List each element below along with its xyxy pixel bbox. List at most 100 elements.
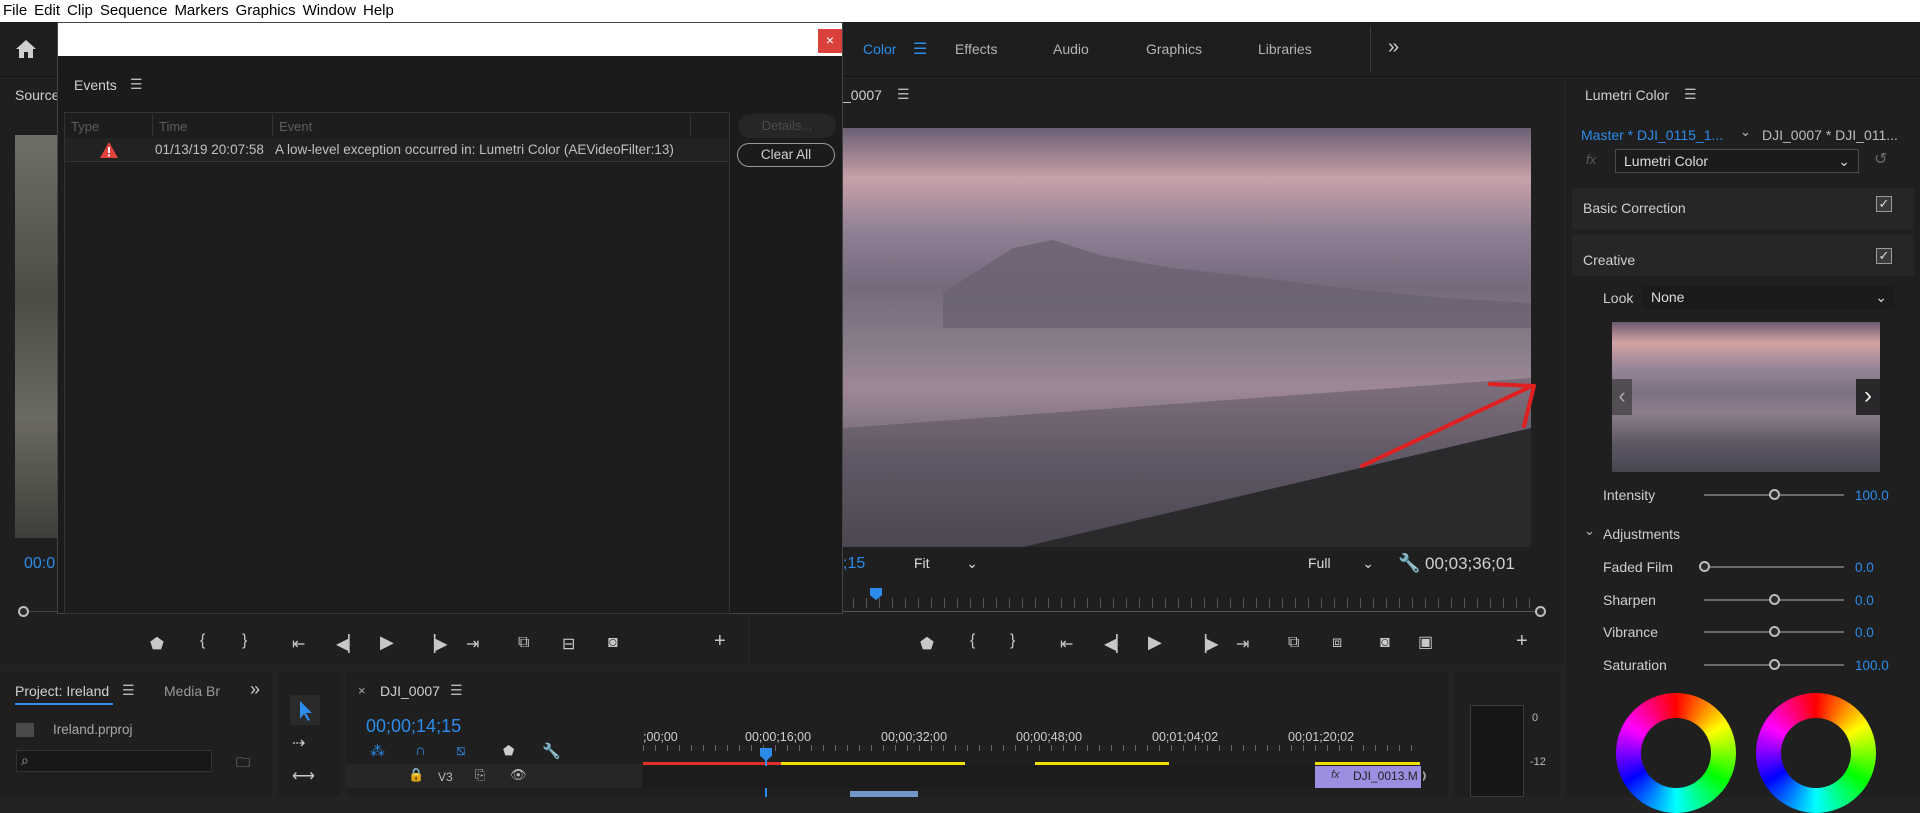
render-bar-yellow xyxy=(1315,762,1420,765)
look-next-button[interactable]: › xyxy=(1856,379,1880,415)
faded-film-slider[interactable] xyxy=(1704,566,1844,568)
project-tab-underline xyxy=(15,703,113,705)
lumetri-sequence-clip[interactable]: DJI_0007 * DJI_011... xyxy=(1762,127,1898,143)
project-menu-icon[interactable]: ☰ xyxy=(122,682,135,699)
color-wheel-left[interactable] xyxy=(1616,693,1736,813)
sharpen-slider-handle[interactable] xyxy=(1768,594,1780,605)
timeline-clip-lower[interactable] xyxy=(850,791,918,797)
project-search-input[interactable]: ⌕ xyxy=(16,750,212,772)
chevron-down-icon: ⌄ xyxy=(1875,289,1887,305)
chevron-down-icon: ⌄ xyxy=(1838,153,1850,169)
add-marker-icon[interactable]: ⬟ xyxy=(503,743,514,759)
chevron-down-icon[interactable]: ⌄ xyxy=(1584,523,1595,539)
render-bar-red xyxy=(643,762,781,765)
snap-icon[interactable]: ⁂ xyxy=(370,742,385,760)
faded-film-value[interactable]: 0.0 xyxy=(1855,560,1874,575)
intensity-label: Intensity xyxy=(1603,487,1656,503)
project-tab[interactable]: Project: Ireland xyxy=(15,683,109,699)
creative-checkbox[interactable]: ✓ xyxy=(1876,248,1892,264)
meter-label: 0 xyxy=(1532,712,1539,724)
timeline-close-icon[interactable]: × xyxy=(358,683,366,698)
saturation-label: Saturation xyxy=(1603,657,1667,673)
new-bin-icon[interactable]: 🗀 xyxy=(236,752,250,776)
render-bar-yellow xyxy=(1035,762,1169,765)
faded-film-slider-handle[interactable] xyxy=(1698,561,1710,572)
events-details-button[interactable]: Details... xyxy=(738,114,836,138)
chevron-down-icon[interactable]: ⌄ xyxy=(1740,124,1751,140)
warning-icon xyxy=(100,142,118,158)
lumetri-effect-dropdown[interactable]: Lumetri Color ⌄ xyxy=(1615,149,1859,173)
events-list xyxy=(64,112,730,614)
sync-lock-icon[interactable]: ⎘ xyxy=(475,767,485,783)
faded-film-label: Faded Film xyxy=(1603,559,1674,575)
lumetri-tab[interactable]: Lumetri Color xyxy=(1585,87,1669,103)
events-close-button[interactable]: × xyxy=(818,29,842,53)
track-select-icon[interactable]: ⇢ xyxy=(292,733,305,753)
timeline-tab[interactable]: DJI_0007 xyxy=(380,683,440,699)
selection-tool[interactable] xyxy=(290,695,320,725)
lock-icon[interactable]: 🔒 xyxy=(408,767,424,783)
creative-label: Creative xyxy=(1583,252,1636,268)
look-previous-button[interactable]: ‹ xyxy=(1612,379,1632,415)
media-browser-tab[interactable]: Media Br xyxy=(164,683,220,699)
events-col-event[interactable]: Event xyxy=(279,119,312,134)
basic-correction-checkbox[interactable]: ✓ xyxy=(1876,196,1892,212)
look-label: Look xyxy=(1603,290,1634,306)
look-value: None xyxy=(1651,289,1685,305)
events-col-type[interactable]: Type xyxy=(71,119,99,134)
event-message: A low-level exception occurred in: Lumet… xyxy=(275,142,674,157)
events-menu-icon[interactable]: ☰ xyxy=(130,76,143,93)
col-divider xyxy=(152,114,153,136)
timeline-settings-icon[interactable]: 🔧 xyxy=(542,742,561,760)
track-label-v3[interactable]: V3 xyxy=(438,770,453,784)
saturation-slider-handle[interactable] xyxy=(1768,659,1780,670)
events-tab[interactable]: Events xyxy=(74,77,117,93)
sharpen-label: Sharpen xyxy=(1603,592,1656,608)
reset-icon[interactable]: ↺ xyxy=(1874,149,1887,169)
events-col-time[interactable]: Time xyxy=(159,119,187,134)
clip-fx-badge: fx xyxy=(1331,769,1340,781)
intensity-value[interactable]: 100.0 xyxy=(1855,488,1889,503)
saturation-value[interactable]: 100.0 xyxy=(1855,658,1889,673)
project-file-icon xyxy=(16,723,34,737)
col-divider xyxy=(690,114,691,136)
lumetri-master-clip[interactable]: Master * DJI_0115_1... xyxy=(1581,127,1723,143)
eye-icon[interactable]: 👁 xyxy=(510,767,527,783)
timeline-timecode[interactable]: 00;00;14;15 xyxy=(366,716,461,737)
track-v3-lane xyxy=(643,766,1423,788)
lumetri-effect-name: Lumetri Color xyxy=(1624,153,1709,169)
lumetri-menu-icon[interactable]: ☰ xyxy=(1684,86,1697,103)
look-preview-image xyxy=(1612,322,1880,472)
adjustments-label[interactable]: Adjustments xyxy=(1603,526,1680,542)
selection-mode-icon[interactable]: ⧅ xyxy=(456,742,466,759)
vibrance-slider-handle[interactable] xyxy=(1768,626,1780,637)
project-overflow-icon[interactable]: » xyxy=(250,679,260,700)
look-dropdown[interactable]: None ⌄ xyxy=(1643,286,1895,310)
ruler-label: 00;00;48;00 xyxy=(1016,730,1083,744)
track-header-v3 xyxy=(346,764,642,788)
color-wheel-right[interactable] xyxy=(1756,693,1876,813)
color-wheel-center xyxy=(1641,718,1711,788)
ruler-label: 00;01;20;02 xyxy=(1288,730,1355,744)
timeline-menu-icon[interactable]: ☰ xyxy=(450,682,463,699)
timeline-clip[interactable]: fx DJI_0013.M xyxy=(1315,766,1421,788)
events-dialog-titlebar[interactable] xyxy=(58,23,842,56)
ruler-label: 00;01;04;02 xyxy=(1152,730,1219,744)
ruler-label: 00;00;32;00 xyxy=(881,730,948,744)
ripple-edit-icon[interactable]: ⟷ xyxy=(292,766,315,786)
meter-label: -12 xyxy=(1530,756,1546,768)
clip-name: DJI_0013.M xyxy=(1353,769,1418,783)
table-row[interactable]: 01/13/19 20:07:58 A low-level exception … xyxy=(65,138,729,162)
intensity-slider-handle[interactable] xyxy=(1768,489,1780,500)
selection-arrow-icon xyxy=(300,701,312,721)
fx-badge: fx xyxy=(1586,152,1597,167)
sharpen-value[interactable]: 0.0 xyxy=(1855,593,1874,608)
color-wheel-center xyxy=(1781,718,1851,788)
search-icon: ⌕ xyxy=(21,752,29,768)
vibrance-value[interactable]: 0.0 xyxy=(1855,625,1874,640)
col-divider xyxy=(272,114,273,136)
linked-selection-icon[interactable]: ∩ xyxy=(415,742,426,759)
events-clear-all-button[interactable]: Clear All xyxy=(737,143,835,167)
vibrance-label: Vibrance xyxy=(1603,624,1659,640)
audio-meter xyxy=(1470,705,1524,797)
